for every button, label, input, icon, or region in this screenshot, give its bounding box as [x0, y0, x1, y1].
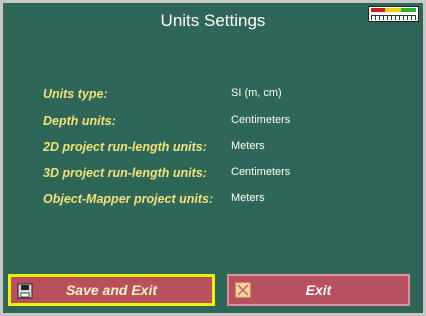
units-type-value[interactable]: SI (m, cm)	[231, 87, 282, 99]
exit-button[interactable]: Exit	[227, 274, 410, 306]
depth-units-row[interactable]: Depth units: Centimeters	[3, 114, 423, 134]
units-type-label: Units type:	[43, 87, 108, 101]
exit-label: Exit	[305, 282, 332, 298]
depth-units-value[interactable]: Centimeters	[231, 114, 290, 126]
floppy-disk-icon	[17, 283, 33, 299]
object-mapper-units-label: Object-Mapper project units:	[43, 192, 214, 206]
units-type-row[interactable]: Units type: SI (m, cm)	[3, 87, 423, 107]
settings-panel: Units Settings Units type: SI (m, cm) De…	[3, 3, 423, 313]
3d-run-length-label: 3D project run-length units:	[43, 166, 207, 180]
save-and-exit-label: Save and Exit	[65, 282, 158, 298]
3d-run-length-value[interactable]: Centimeters	[231, 166, 290, 178]
2d-run-length-label: 2D project run-length units:	[43, 140, 207, 154]
ruler-icon	[368, 6, 419, 22]
depth-units-label: Depth units:	[43, 114, 116, 128]
object-mapper-units-row[interactable]: Object-Mapper project units: Meters	[3, 192, 423, 212]
object-mapper-units-value[interactable]: Meters	[231, 192, 265, 204]
close-box-icon	[235, 282, 251, 298]
2d-run-length-row[interactable]: 2D project run-length units: Meters	[3, 140, 423, 160]
2d-run-length-value[interactable]: Meters	[231, 140, 265, 152]
3d-run-length-row[interactable]: 3D project run-length units: Centimeters	[3, 166, 423, 186]
save-and-exit-button[interactable]: Save and Exit	[8, 274, 215, 306]
page-title: Units Settings	[160, 11, 266, 30]
